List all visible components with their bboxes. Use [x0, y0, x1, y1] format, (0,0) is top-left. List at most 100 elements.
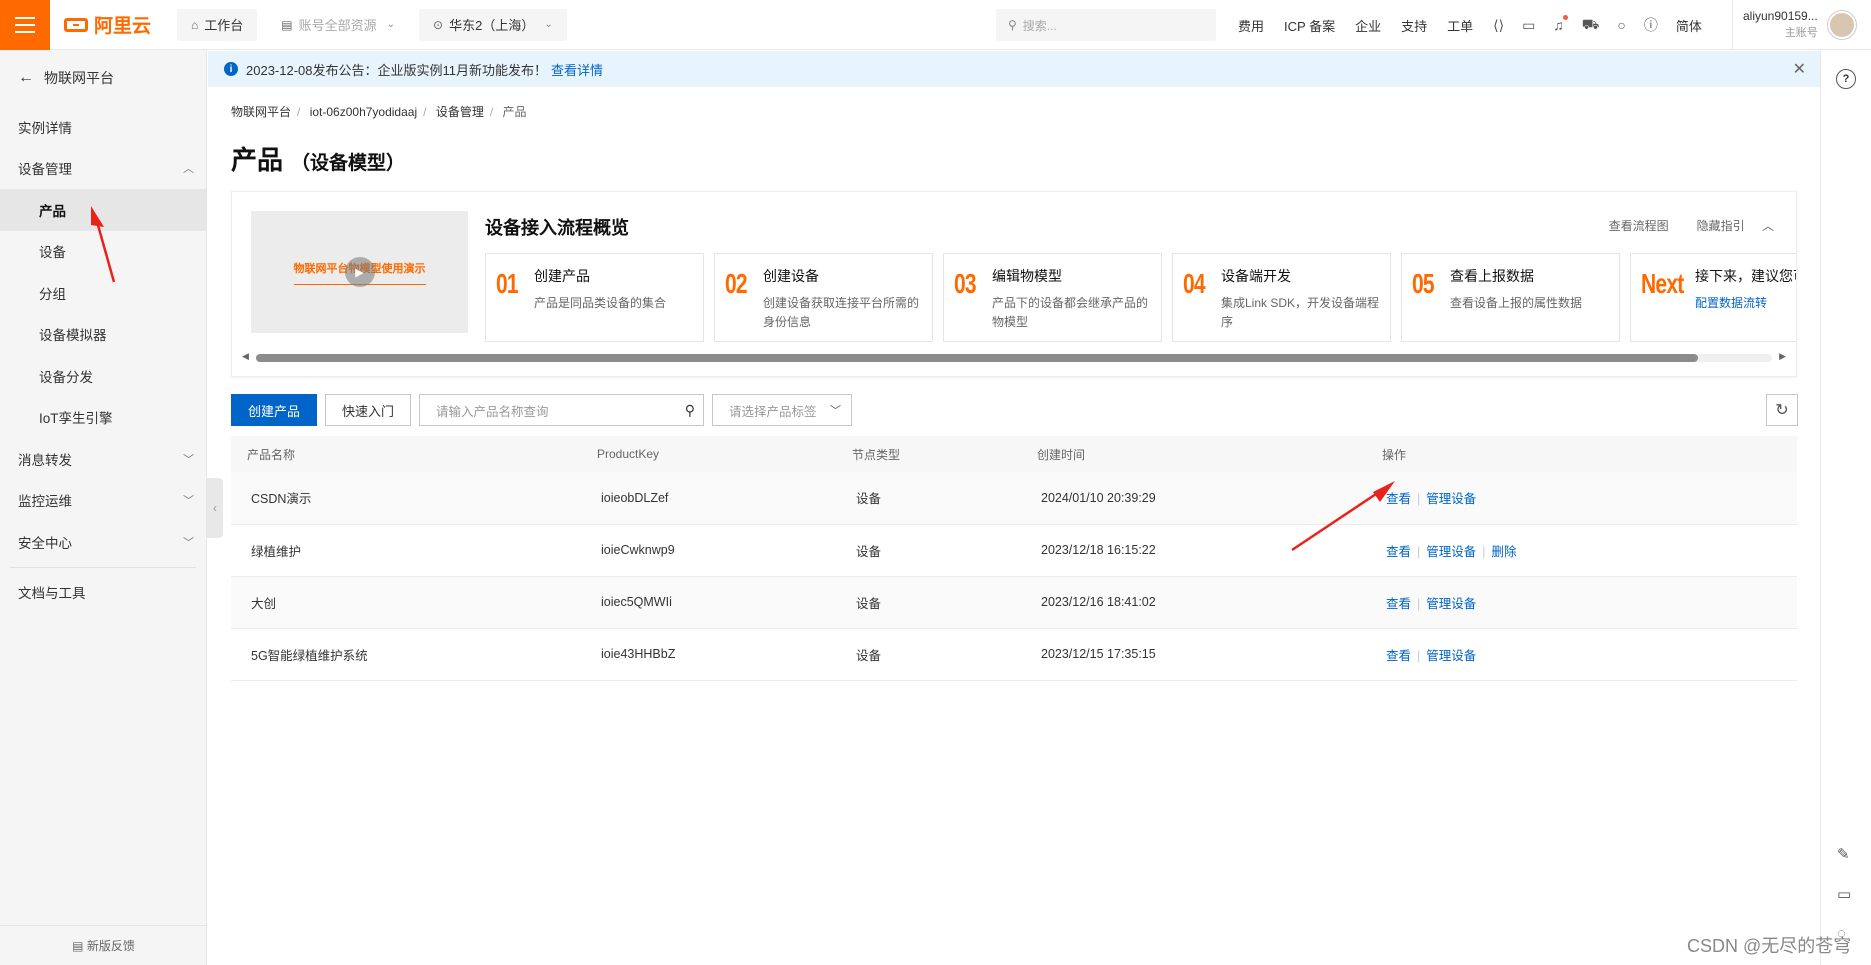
play-icon[interactable]: ▶ [344, 257, 375, 287]
region-dropdown[interactable]: ⊙ 华东2（上海） ⌄ [419, 8, 567, 41]
feedback-button[interactable]: ▤ 新版反馈 [0, 925, 207, 965]
sidebar-item-product[interactable]: 产品 [0, 189, 206, 231]
sidebar-item-security-center[interactable]: 安全中心 ﹀ [0, 521, 206, 563]
product-search-input[interactable]: 请输入产品名称查询 ⚲ [419, 394, 705, 426]
link-billing[interactable]: 费用 [1238, 16, 1264, 35]
announcement-detail-link[interactable]: 查看详情 [551, 60, 603, 79]
view-flowchart-link[interactable]: 查看流程图 [1609, 219, 1669, 233]
search-icon[interactable]: ⚲ [685, 402, 695, 419]
region-label: 华东2（上海） [449, 18, 535, 33]
configure-data-flow-link[interactable]: 配置数据流转 [1695, 294, 1796, 311]
language-switch[interactable]: 简体 [1676, 16, 1702, 35]
guide-step[interactable]: 02 创建设备 创建设备获取连接平台所需的身份信息 [714, 253, 933, 342]
manage-devices-link[interactable]: 管理设备 [1426, 649, 1476, 663]
product-key: ioieCwknwp9 [581, 524, 836, 577]
step-description: 查看设备上报的属性数据 [1450, 296, 1583, 310]
manage-devices-link[interactable]: 管理设备 [1426, 545, 1476, 559]
view-link[interactable]: 查看 [1386, 649, 1411, 663]
created-time: 2023/12/18 16:15:22 [1021, 524, 1366, 577]
sidebar-item-device-management[interactable]: 设备管理 ︿ [0, 148, 206, 190]
scrollbar-thumb[interactable] [256, 354, 1698, 362]
cart-icon[interactable]: ⛟ [1582, 16, 1600, 35]
guide-step[interactable]: 04 设备端开发 集成Link SDK，开发设备端程序 [1172, 253, 1391, 342]
link-ticket[interactable]: 工单 [1447, 16, 1473, 35]
table-row: 大创 ioiec5QMWIi 设备 2023/12/16 18:41:02 查看… [231, 576, 1797, 629]
guide-step[interactable]: 05 查看上报数据 查看设备上报的属性数据 [1401, 253, 1620, 342]
breadcrumb-item[interactable]: 物联网平台 [231, 105, 291, 119]
hide-guide-link[interactable]: 隐藏指引 ︿ [1683, 219, 1774, 233]
product-tag-select[interactable]: 请选择产品标签 ﹀ [712, 394, 853, 426]
step-description: 集成Link SDK，开发设备端程序 [1221, 296, 1380, 329]
manage-devices-link[interactable]: 管理设备 [1426, 597, 1476, 611]
workbench-button[interactable]: ⌂ 工作台 [177, 8, 258, 41]
refresh-button[interactable]: ↻ [1766, 394, 1798, 426]
chevron-down-icon: ﹀ [183, 453, 194, 466]
view-link[interactable]: 查看 [1386, 597, 1411, 611]
lightbulb-icon[interactable]: ○ [1617, 17, 1625, 33]
hamburger-menu-button[interactable] [0, 0, 50, 50]
view-link[interactable]: 查看 [1386, 545, 1411, 559]
step-title: 创建设备 [763, 268, 819, 284]
close-icon[interactable]: ✕ [1793, 59, 1806, 79]
column-header: ProductKey [581, 436, 836, 472]
sidebar-item-message-forwarding[interactable]: 消息转发 ﹀ [0, 438, 206, 480]
breadcrumb-item[interactable]: 设备管理 [436, 105, 484, 119]
sidebar-item-device[interactable]: 设备 [0, 231, 206, 273]
sidebar-item-device-simulator[interactable]: 设备模拟器 [0, 314, 206, 356]
chevron-left-icon: ‹ [213, 501, 217, 515]
sidebar-item-docs-tools[interactable]: 文档与工具 [0, 572, 206, 614]
column-header: 产品名称 [231, 436, 581, 472]
sidebar-item-instance-detail[interactable]: 实例详情 [0, 106, 206, 148]
quick-start-button[interactable]: 快速入门 [325, 394, 412, 426]
help-icon[interactable]: ⓘ [1644, 15, 1658, 35]
aliyun-logo[interactable]: 阿里云 [64, 11, 151, 38]
scroll-right-icon[interactable]: ▶ [1779, 351, 1786, 362]
sidebar-item-group[interactable]: 分组 [0, 272, 206, 314]
table-row: 绿植维护 ioieCwknwp9 设备 2023/12/18 16:15:22 … [231, 524, 1797, 577]
step-title: 编辑物模型 [992, 268, 1062, 284]
sidebar-item-iot-twin-engine[interactable]: IoT孪生引擎 [0, 397, 206, 439]
view-link[interactable]: 查看 [1386, 492, 1411, 506]
back-to-iot-platform[interactable]: ← 物联网平台 [0, 50, 206, 106]
resources-dropdown[interactable]: ▤ 账号全部资源 ⌄ [267, 8, 410, 41]
help-icon[interactable]: ? [1836, 69, 1856, 89]
announcement-text: 2023-12-08发布公告：企业版实例11月新功能发布！ [246, 62, 547, 78]
sidebar-item-device-distribution[interactable]: 设备分发 [0, 355, 206, 397]
row-actions: 查看 | 管理设备 [1366, 628, 1797, 681]
horizontal-scrollbar[interactable]: ◀ ▶ [242, 351, 1786, 362]
user-name: aliyun90159... [1743, 9, 1818, 23]
link-enterprise[interactable]: 企业 [1355, 16, 1381, 35]
list-icon: ▤ [281, 17, 293, 32]
action-divider: | [1417, 492, 1421, 507]
terminal-icon[interactable]: ▭ [1522, 17, 1535, 34]
code-icon[interactable]: ⟨⟩ [1493, 17, 1504, 34]
guide-step-next[interactable]: Next 接下来，建议您可 配置数据流转 [1630, 253, 1796, 342]
guide-step[interactable]: 01 创建产品 产品是同品类设备的集合 [485, 253, 704, 342]
chevron-up-icon: ︿ [183, 163, 194, 176]
product-key: ioie43HHBbZ [581, 628, 836, 681]
avatar[interactable] [1827, 11, 1856, 39]
manage-devices-link[interactable]: 管理设备 [1426, 492, 1476, 506]
step-number: 01 [496, 268, 519, 299]
guide-step[interactable]: 03 编辑物模型 产品下的设备都会继承产品的物模型 [943, 253, 1162, 342]
link-support[interactable]: 支持 [1401, 16, 1427, 35]
feedback-label: 新版反馈 [86, 939, 135, 953]
sidebar-divider [10, 566, 196, 568]
demo-video[interactable]: 物联网平台物模型使用演示 ▶ [251, 211, 468, 333]
breadcrumb-separator: / [489, 105, 494, 119]
bell-icon[interactable]: ♫ [1553, 15, 1568, 33]
back-label: 物联网平台 [44, 70, 114, 86]
delete-link[interactable]: 删除 [1492, 545, 1517, 559]
chevron-down-icon: ﹀ [830, 405, 842, 417]
user-menu[interactable]: aliyun90159... 主账号 [1732, 0, 1856, 50]
link-icp[interactable]: ICP 备案 [1284, 16, 1335, 35]
sidebar-collapse-handle[interactable]: ‹ [207, 478, 223, 538]
sidebar-item-monitoring[interactable]: 监控运维 ﹀ [0, 480, 206, 522]
breadcrumb-item[interactable]: iot-06z00h7yodidaaj [310, 105, 417, 119]
global-search-input[interactable]: ⚲ 搜索... [996, 9, 1216, 41]
edit-icon[interactable]: ✎ [1837, 845, 1850, 863]
create-product-button[interactable]: 创建产品 [231, 394, 318, 426]
scroll-left-icon[interactable]: ◀ [242, 351, 249, 362]
step-description: 产品是同品类设备的集合 [534, 296, 667, 310]
chat-icon[interactable]: ▭ [1837, 885, 1851, 903]
